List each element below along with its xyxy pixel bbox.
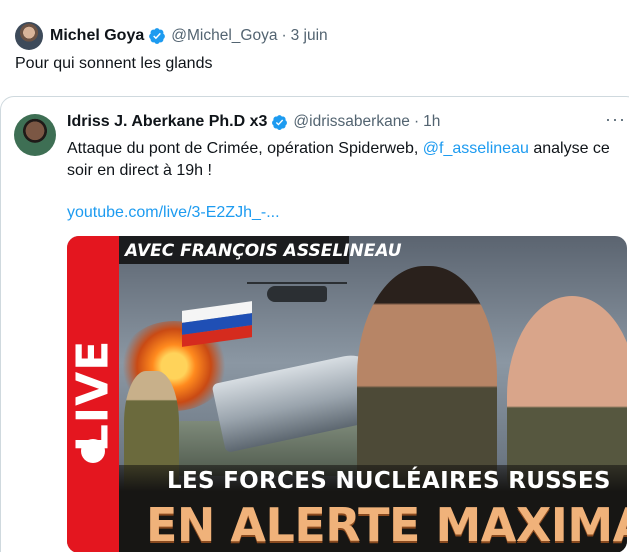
helicopter-image [267,286,327,302]
live-dot-icon [81,439,105,463]
more-options-icon[interactable]: ··· [605,109,626,130]
verified-badge-icon [272,114,288,130]
author-handle[interactable]: @Michel_Goya [171,27,277,45]
quoted-tweet[interactable]: Idriss J. Aberkane Ph.D x3 @idrissaberka… [0,96,629,552]
quoted-author-handle[interactable]: @idrissaberkane [293,113,410,131]
live-label: LIVE [67,339,119,453]
quoted-tweet-text: Attaque du pont de Crimée, opération Spi… [67,138,627,182]
person-portrait [357,266,497,496]
quoted-author-name[interactable]: Idriss J. Aberkane Ph.D x3 [67,113,267,131]
quoted-tweet-time[interactable]: 1h [423,113,440,131]
author-name[interactable]: Michel Goya [50,27,144,45]
headline-bottom: EN ALERTE MAXIMALE [146,498,627,552]
tweet-header: Michel Goya @Michel_Goya · 3 juin [50,25,328,47]
author-avatar[interactable] [15,22,43,50]
quoted-tweet-header: Idriss J. Aberkane Ph.D x3 @idrissaberka… [67,111,440,133]
separator: · [413,113,420,130]
youtube-link[interactable]: youtube.com/live/3-E2ZJh_-... [67,204,280,222]
tweet[interactable]: Michel Goya @Michel_Goya · 3 juin Pour q… [0,0,629,552]
video-thumbnail[interactable]: AVEC FRANÇOIS ASSELINEAU LIVE LES FORCES… [67,236,627,552]
quoted-text-part: Attaque du pont de Crimée, opération Spi… [67,140,423,157]
tweet-text: Pour qui sonnent les glands [15,55,213,72]
quoted-author-avatar[interactable] [14,114,56,156]
helicopter-rotor [247,282,347,284]
russian-flag-image [182,301,252,347]
guest-banner-text: AVEC FRANÇOIS ASSELINEAU [125,241,402,261]
separator: · [281,27,287,44]
mention-link[interactable]: @f_asselineau [423,140,529,157]
headline-top: LES FORCES NUCLÉAIRES RUSSES [167,468,611,494]
tweet-date[interactable]: 3 juin [291,27,328,45]
verified-badge-icon [149,28,166,44]
